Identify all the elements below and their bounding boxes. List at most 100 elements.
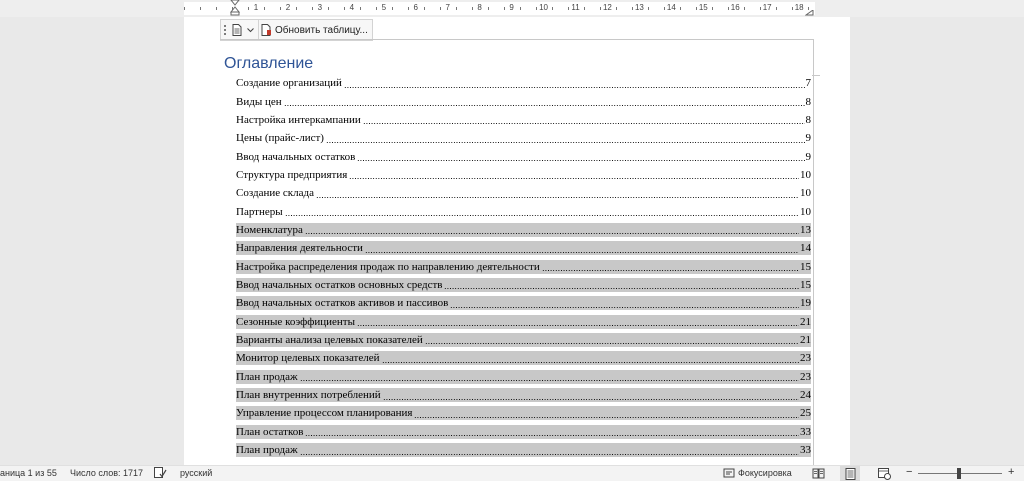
right-indent-marker-icon[interactable] (805, 10, 814, 16)
ruler-tick (424, 7, 425, 10)
ruler-strip (184, 2, 815, 15)
toc-entry[interactable]: Направления деятельности 14 (236, 239, 811, 257)
toc-entry[interactable]: План продаж 33 (236, 441, 811, 459)
ruler-tick (216, 7, 217, 10)
zoom-slider-thumb[interactable] (957, 468, 961, 479)
toc-entry-page-number: 23 (800, 352, 811, 365)
toc-dot-leader (444, 279, 799, 291)
print-layout-button[interactable] (840, 466, 860, 481)
document-icon (232, 24, 242, 36)
toc-entry[interactable]: План остатков 33 (236, 423, 811, 441)
ruler-tick (312, 7, 313, 10)
toc-entry-line: План внутренних потреблений 24 (236, 388, 811, 403)
toc-entry-label: Варианты анализа целевых показателей (236, 333, 424, 346)
toc-entry[interactable]: Варианты анализа целевых показателей 21 (236, 331, 811, 349)
toc-entry-page-number: 21 (800, 315, 811, 328)
toc-menu-button[interactable] (229, 20, 258, 40)
ruler-tick (504, 7, 505, 10)
ruler-tick (472, 7, 473, 10)
ruler-tick (520, 7, 521, 10)
toc-entry[interactable]: Ввод начальных остатков активов и пассив… (236, 294, 811, 312)
toc-entry-label: Ввод начальных остатков (236, 150, 356, 163)
toc-entry-label: Создание склада (236, 187, 314, 200)
toc-dot-leader (283, 96, 805, 108)
ruler-tick (360, 7, 361, 10)
toc-entry-line: Создание организаций 7 (236, 77, 811, 89)
toc-entry[interactable]: Монитор целевых показателей 23 (236, 349, 811, 367)
toc-dot-leader (414, 407, 799, 419)
toc-entry-line: Цены (прайс-лист) 9 (236, 132, 811, 144)
toc-entry-label: Сезонные коэффициенты (236, 315, 356, 328)
ruler-tick (664, 7, 665, 10)
toc-entry[interactable]: План продаж 23 (236, 368, 811, 386)
toc-entry[interactable]: Управление процессом планирования 25 (236, 404, 811, 422)
toc-entry-page-number: 25 (800, 407, 811, 420)
ruler-tick (280, 7, 281, 10)
web-layout-icon (877, 467, 891, 480)
drag-handle-icon[interactable] (221, 20, 229, 40)
focus-mode-icon[interactable] (723, 467, 735, 479)
toc-entry[interactable]: Создание организаций 7 (236, 74, 811, 92)
toc-dot-leader (362, 114, 805, 126)
toc-dot-leader (349, 169, 799, 181)
language-indicator[interactable]: русский (180, 468, 212, 478)
toc-dot-leader (299, 444, 799, 456)
toc-entry-label: Создание организаций (236, 77, 342, 90)
ruler-tick (296, 7, 297, 10)
proofing-icon[interactable] (154, 467, 167, 479)
toc-entry[interactable]: Виды цен 8 (236, 92, 811, 110)
toc-dot-leader (357, 151, 805, 163)
ruler-number: 15 (698, 3, 708, 12)
toc-dot-leader (424, 334, 799, 346)
toc-entry[interactable]: Ввод начальных остатков основных средств… (236, 276, 811, 294)
horizontal-ruler[interactable]: 1 2 3 4 5 6 7 8 9 10 11 12 13 14 15 16 17 18 (0, 0, 1024, 17)
toc-entry-page-number: 23 (800, 370, 811, 383)
zoom-out-button[interactable]: − (906, 466, 912, 478)
update-document-icon (261, 24, 271, 36)
update-table-label: Обновить таблицу... (275, 24, 368, 36)
read-mode-button[interactable] (808, 466, 828, 481)
toc-dot-leader (343, 77, 805, 89)
toc-entry[interactable]: Цены (прайс-лист) 9 (236, 129, 811, 147)
toc-entry-line: Виды цен 8 (236, 96, 811, 108)
read-mode-icon (812, 468, 824, 479)
ruler-number: 18 (794, 3, 804, 12)
toc-dot-leader (364, 242, 799, 254)
toc-entry-line: Создание склада 10 (236, 187, 811, 199)
ruler-tick (792, 7, 793, 10)
zoom-in-button[interactable]: + (1008, 466, 1014, 478)
ruler-tick (456, 7, 457, 10)
toc-entry-line: Настройка интеркампании 8 (236, 114, 811, 126)
ruler-tick (616, 7, 617, 10)
toc-entry[interactable]: План внутренних потреблений 24 (236, 386, 811, 404)
print-layout-icon (845, 467, 855, 480)
status-bar: аница 1 из 55 Число слов: 1717 русский Ф… (0, 465, 1024, 481)
chevron-down-icon (247, 28, 254, 33)
update-table-button[interactable]: Обновить таблицу... (258, 20, 372, 40)
toc-entry[interactable]: Настройка интеркампании 8 (236, 111, 811, 129)
toc-entry-label: План продаж (236, 370, 299, 383)
word-count-indicator[interactable]: Число слов: 1717 (70, 468, 143, 478)
toc-dot-leader (299, 371, 799, 383)
ruler-tick (248, 7, 249, 10)
toc-dot-leader (305, 426, 799, 438)
ruler-number: 9 (509, 3, 514, 12)
focus-mode-button[interactable]: Фокусировка (738, 468, 792, 478)
toc-entry[interactable]: Сезонные коэффициенты 21 (236, 312, 811, 330)
indent-marker-icon[interactable] (229, 0, 241, 16)
toc-entry[interactable]: Создание склада 10 (236, 184, 811, 202)
toc-entry[interactable]: Партнеры 10 (236, 202, 811, 220)
web-layout-button[interactable] (874, 466, 894, 481)
toc-entry-label: Настройка интеркампании (236, 113, 361, 126)
toc-entry[interactable]: Номенклатура 13 (236, 221, 811, 239)
ruler-tick (648, 7, 649, 10)
toc-entry[interactable]: Настройка распределения продаж по направ… (236, 257, 811, 275)
page-count-indicator[interactable]: аница 1 из 55 (0, 468, 57, 478)
ruler-number: 4 (349, 3, 355, 12)
toc-entry[interactable]: Ввод начальных остатков 9 (236, 147, 811, 165)
toc-entry-page-number: 24 (800, 389, 811, 402)
toc-entry[interactable]: Структура предприятия 10 (236, 166, 811, 184)
toc-entry-line: Партнеры 10 (236, 206, 811, 218)
toc-entry-label: Номенклатура (236, 223, 304, 236)
toc-entry-page-number: 8 (805, 95, 812, 108)
